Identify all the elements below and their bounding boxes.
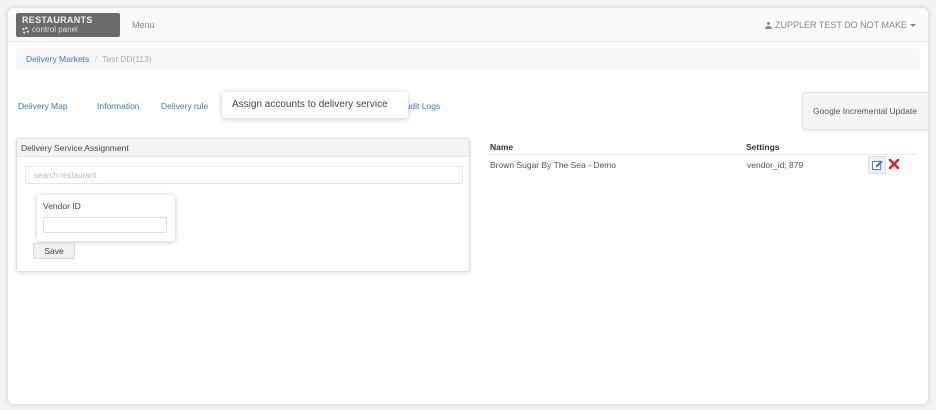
vendor-id-popup: Vendor ID: [37, 195, 175, 241]
delete-icon[interactable]: [888, 158, 900, 170]
breadcrumb-delivery-markets[interactable]: Delivery Markets: [26, 54, 89, 64]
menu-link[interactable]: Menu: [132, 20, 155, 30]
google-incremental-update-button[interactable]: Google Incremental Update: [802, 92, 928, 130]
save-button[interactable]: Save: [33, 243, 75, 259]
app-window: RESTAURANTS control panel Menu ZUPPLER T…: [8, 8, 928, 404]
gear-icon: [22, 26, 29, 34]
user-name: ZUPPLER TEST DO NOT MAKE: [774, 20, 907, 30]
brand-title: RESTAURANTS: [22, 15, 93, 25]
edit-icon: [872, 160, 883, 171]
caret-down-icon: [910, 23, 916, 27]
column-header-settings: Settings: [746, 142, 780, 152]
breadcrumb-current: Test DD(113): [102, 54, 152, 64]
row-name: Brown Sugar By The Sea - Demo: [490, 160, 616, 170]
tab-assign-accounts[interactable]: Assign accounts to delivery service: [222, 92, 408, 118]
breadcrumb: Delivery Markets / Test DD(113): [16, 48, 920, 70]
brand-subtitle-text: control panel: [32, 25, 78, 34]
tab-information[interactable]: Information: [97, 101, 140, 111]
table-divider: [490, 154, 916, 155]
tab-delivery-map[interactable]: Delivery Map: [18, 101, 68, 111]
brand-subtitle: control panel: [22, 25, 114, 35]
breadcrumb-separator: /: [94, 54, 98, 64]
delivery-service-assignment-panel: Delivery Service Assignment Vendor ID Sa…: [16, 138, 470, 272]
panel-heading: Delivery Service Assignment: [17, 139, 469, 157]
vendor-id-label: Vendor ID: [43, 201, 81, 211]
vendor-id-input[interactable]: [43, 217, 167, 233]
tab-delivery-rule[interactable]: Delivery rule: [161, 101, 221, 111]
user-menu[interactable]: ZUPPLER TEST DO NOT MAKE: [764, 20, 916, 30]
user-icon: [764, 21, 772, 29]
row-settings: vendor_id; 879: [747, 160, 804, 170]
column-header-name: Name: [490, 142, 514, 152]
brand-logo[interactable]: RESTAURANTS control panel: [16, 13, 120, 37]
edit-button[interactable]: [868, 156, 886, 174]
search-restaurant-input[interactable]: [25, 166, 463, 184]
top-navbar: RESTAURANTS control panel Menu ZUPPLER T…: [8, 8, 928, 42]
